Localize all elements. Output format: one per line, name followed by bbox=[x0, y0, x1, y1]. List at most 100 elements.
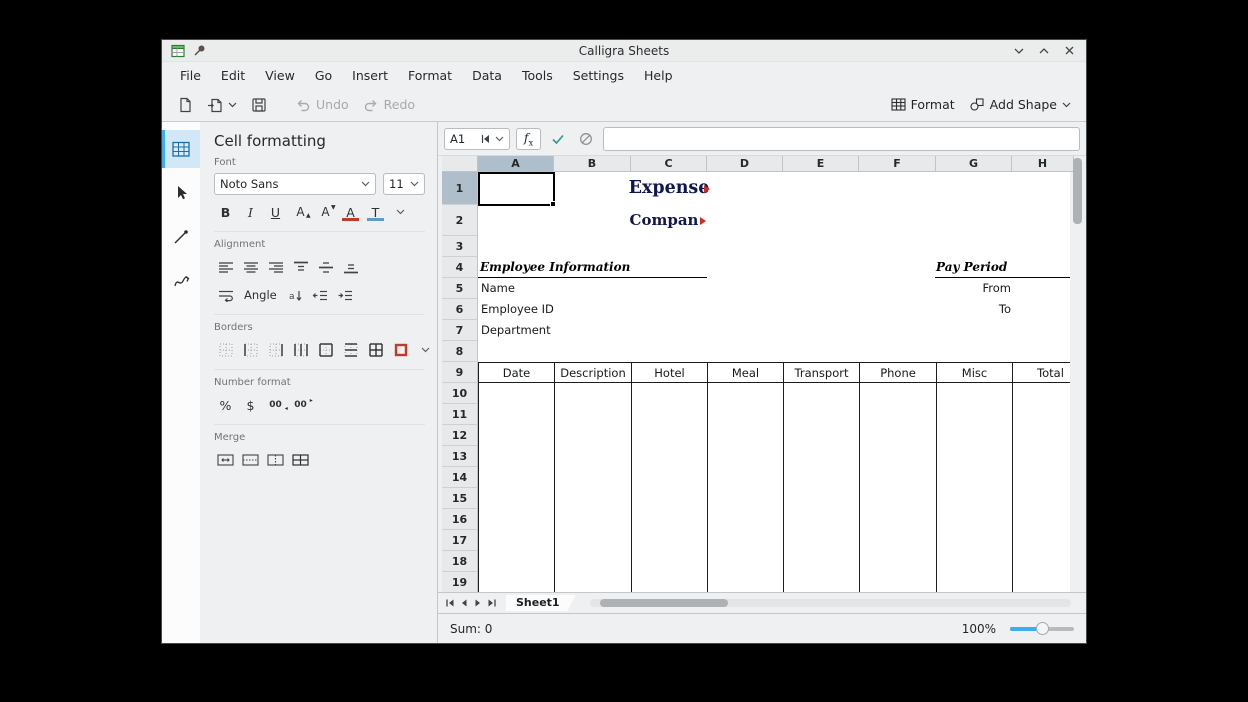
menu-tools[interactable]: Tools bbox=[512, 65, 563, 86]
horizontal-scrollbar-thumb[interactable] bbox=[600, 599, 728, 607]
align-center-button[interactable] bbox=[239, 256, 262, 278]
currency-format-button[interactable]: $ bbox=[239, 394, 262, 416]
employee-information-cell[interactable]: Employee Information bbox=[480, 257, 630, 277]
row-header-17[interactable]: 17 bbox=[442, 530, 478, 551]
expense-column-misc[interactable]: Misc bbox=[936, 362, 1013, 383]
cell-editor-tool-button[interactable] bbox=[162, 130, 200, 168]
border-left-button[interactable] bbox=[239, 339, 262, 361]
to-cell[interactable]: To bbox=[935, 299, 1011, 319]
menu-settings[interactable]: Settings bbox=[563, 65, 634, 86]
column-header-G[interactable]: G bbox=[936, 156, 1012, 172]
border-vertical-button[interactable] bbox=[289, 339, 312, 361]
menu-file[interactable]: File bbox=[170, 65, 211, 86]
row-header-4[interactable]: 4 bbox=[442, 257, 478, 278]
align-right-button[interactable] bbox=[264, 256, 287, 278]
border-horizontal-button[interactable] bbox=[339, 339, 362, 361]
grow-font-button[interactable]: A▲ bbox=[289, 201, 312, 223]
background-color-button[interactable]: T bbox=[364, 201, 387, 223]
border-outline-button[interactable] bbox=[314, 339, 337, 361]
new-document-button[interactable] bbox=[170, 93, 200, 117]
report-title-cell[interactable]: Expense bbox=[594, 172, 744, 205]
open-document-button[interactable] bbox=[200, 93, 244, 117]
sheet-tab-sheet1[interactable]: Sheet1 bbox=[506, 595, 576, 611]
italic-button[interactable]: I bbox=[239, 201, 262, 223]
expense-column-description[interactable]: Description bbox=[554, 362, 632, 383]
row-header-5[interactable]: 5 bbox=[442, 278, 478, 299]
cell-reference-combo[interactable]: A1 bbox=[444, 128, 510, 150]
cancel-button[interactable] bbox=[575, 128, 597, 150]
menu-edit[interactable]: Edit bbox=[211, 65, 255, 86]
font-family-select[interactable]: Noto Sans bbox=[214, 173, 376, 195]
dissociate-cells-button[interactable] bbox=[289, 449, 312, 471]
menu-data[interactable]: Data bbox=[462, 65, 512, 86]
apply-button[interactable] bbox=[547, 128, 569, 150]
align-left-button[interactable] bbox=[214, 256, 237, 278]
row-header-9[interactable]: 9 bbox=[442, 362, 478, 383]
vertical-scrollbar-thumb[interactable] bbox=[1073, 158, 1082, 224]
zoom-slider-knob[interactable] bbox=[1036, 622, 1049, 635]
percent-format-button[interactable]: % bbox=[214, 394, 237, 416]
row-header-18[interactable]: 18 bbox=[442, 551, 478, 572]
company-cell[interactable]: Compan bbox=[594, 205, 734, 236]
formula-input[interactable] bbox=[603, 127, 1080, 151]
row-header-2[interactable]: 2 bbox=[442, 205, 478, 236]
shrink-font-button[interactable]: A▼ bbox=[314, 201, 337, 223]
expense-column-total[interactable]: Total bbox=[1012, 362, 1070, 383]
employee-id-cell[interactable]: Employee ID bbox=[481, 299, 554, 319]
expense-column-meal[interactable]: Meal bbox=[707, 362, 784, 383]
expense-column-transport[interactable]: Transport bbox=[783, 362, 860, 383]
border-menu-button[interactable] bbox=[414, 339, 437, 361]
align-top-button[interactable] bbox=[289, 256, 312, 278]
freehand-tool-button[interactable] bbox=[162, 262, 200, 300]
row-header-15[interactable]: 15 bbox=[442, 488, 478, 509]
row-header-13[interactable]: 13 bbox=[442, 446, 478, 467]
decrease-precision-button[interactable]: 00▸ bbox=[289, 394, 312, 416]
add-shape-button[interactable]: Add Shape bbox=[962, 93, 1078, 116]
row-header-19[interactable]: 19 bbox=[442, 572, 478, 592]
column-header-F[interactable]: F bbox=[859, 156, 936, 172]
text-color-button[interactable]: A bbox=[339, 201, 362, 223]
format-button[interactable]: Format bbox=[884, 93, 962, 116]
insert-function-button[interactable]: fx bbox=[516, 128, 541, 150]
increase-indent-button[interactable] bbox=[334, 284, 357, 306]
column-header-H[interactable]: H bbox=[1012, 156, 1074, 172]
menu-view[interactable]: View bbox=[255, 65, 305, 86]
shape-selection-tool-button[interactable] bbox=[162, 174, 200, 212]
merge-cells-button[interactable] bbox=[214, 449, 237, 471]
row-header-6[interactable]: 6 bbox=[442, 299, 478, 320]
column-header-C[interactable]: C bbox=[631, 156, 707, 172]
title-bar[interactable]: Calligra Sheets bbox=[162, 40, 1086, 62]
row-header-7[interactable]: 7 bbox=[442, 320, 478, 341]
pay-period-cell[interactable]: Pay Period bbox=[936, 257, 1007, 277]
merge-horizontal-button[interactable] bbox=[239, 449, 262, 471]
column-header-A[interactable]: A bbox=[478, 156, 554, 172]
expense-column-date[interactable]: Date bbox=[478, 362, 555, 383]
row-header-1[interactable]: 1 bbox=[442, 172, 478, 205]
row-header-10[interactable]: 10 bbox=[442, 383, 478, 404]
align-middle-button[interactable] bbox=[314, 256, 337, 278]
redo-button[interactable]: Redo bbox=[356, 93, 422, 117]
previous-sheet-button[interactable] bbox=[457, 595, 471, 611]
underline-button[interactable]: U bbox=[264, 201, 287, 223]
more-text-options-button[interactable] bbox=[389, 201, 412, 223]
line-tool-button[interactable] bbox=[162, 218, 200, 256]
zoom-slider[interactable] bbox=[1010, 622, 1074, 636]
wrap-text-button[interactable] bbox=[214, 284, 237, 306]
column-header-D[interactable]: D bbox=[707, 156, 783, 172]
decrease-indent-button[interactable] bbox=[309, 284, 332, 306]
border-right-button[interactable] bbox=[264, 339, 287, 361]
vertical-text-button[interactable]: a bbox=[284, 284, 307, 306]
row-header-14[interactable]: 14 bbox=[442, 467, 478, 488]
minimize-button[interactable] bbox=[1011, 43, 1027, 59]
fill-handle[interactable] bbox=[550, 201, 556, 207]
select-all-corner[interactable] bbox=[442, 156, 478, 172]
align-bottom-button[interactable] bbox=[339, 256, 362, 278]
close-button[interactable] bbox=[1061, 43, 1077, 59]
from-cell[interactable]: From bbox=[935, 278, 1011, 298]
expense-column-hotel[interactable]: Hotel bbox=[631, 362, 708, 383]
sheet-canvas[interactable]: Expense Compan Employee Information Pay … bbox=[478, 172, 1070, 592]
pin-icon[interactable] bbox=[193, 44, 206, 57]
name-cell[interactable]: Name bbox=[481, 278, 515, 298]
row-header-16[interactable]: 16 bbox=[442, 509, 478, 530]
border-color-button[interactable] bbox=[389, 339, 412, 361]
